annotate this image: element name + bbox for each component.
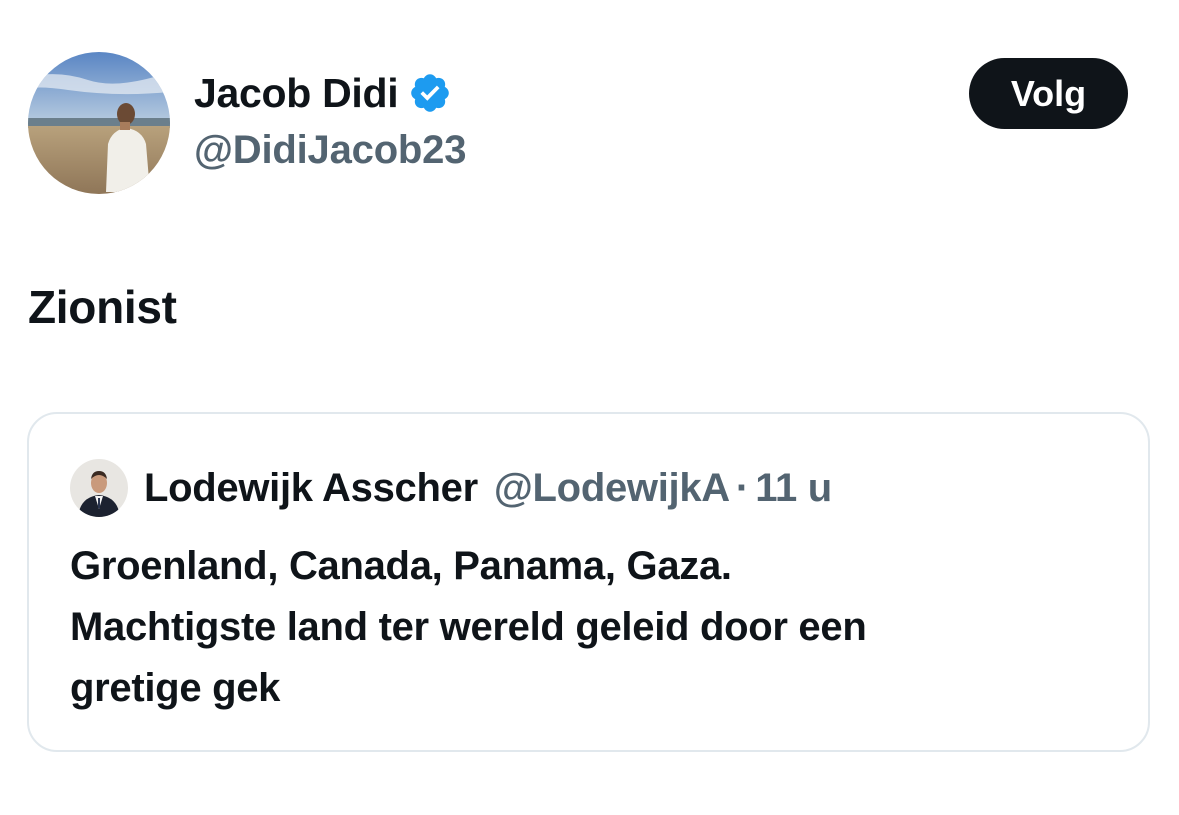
- quoted-separator: ·: [735, 465, 750, 510]
- quoted-author-handle: @LodewijkA: [493, 465, 730, 510]
- avatar-photo: [28, 52, 170, 194]
- quoted-text-line: Groenland, Canada, Panama, Gaza.: [70, 544, 732, 588]
- quoted-tweet-card[interactable]: Lodewijk Asscher @LodewijkA · 11 u Groen…: [27, 412, 1150, 752]
- display-name-row: Jacob Didi: [194, 66, 466, 120]
- author-info: Jacob Didi @DidiJacob23: [194, 66, 466, 173]
- quoted-text-line: gretige gek: [70, 666, 281, 710]
- tweet-text: Zionist: [28, 281, 177, 333]
- verified-badge-icon: [408, 71, 452, 115]
- author-display-name[interactable]: Jacob Didi: [194, 70, 399, 117]
- author-handle[interactable]: @DidiJacob23: [194, 128, 466, 173]
- quoted-author-name: Lodewijk Asscher: [144, 465, 478, 510]
- author-avatar[interactable]: [28, 52, 170, 194]
- quoted-author-avatar[interactable]: [70, 459, 128, 517]
- follow-button[interactable]: Volg: [969, 58, 1128, 129]
- quoted-timestamp: 11 u: [755, 465, 832, 510]
- tweet: Jacob Didi @DidiJacob23 Volg Zionist Lod…: [0, 0, 1179, 815]
- quoted-tweet-header: Lodewijk Asscher @LodewijkA · 11 u: [70, 458, 832, 518]
- quoted-avatar-photo: [70, 459, 128, 517]
- quoted-tweet-text: Groenland, Canada, Panama, Gaza. Machtig…: [70, 536, 1110, 719]
- quoted-text-line: Machtigste land ter wereld geleid door e…: [70, 605, 867, 649]
